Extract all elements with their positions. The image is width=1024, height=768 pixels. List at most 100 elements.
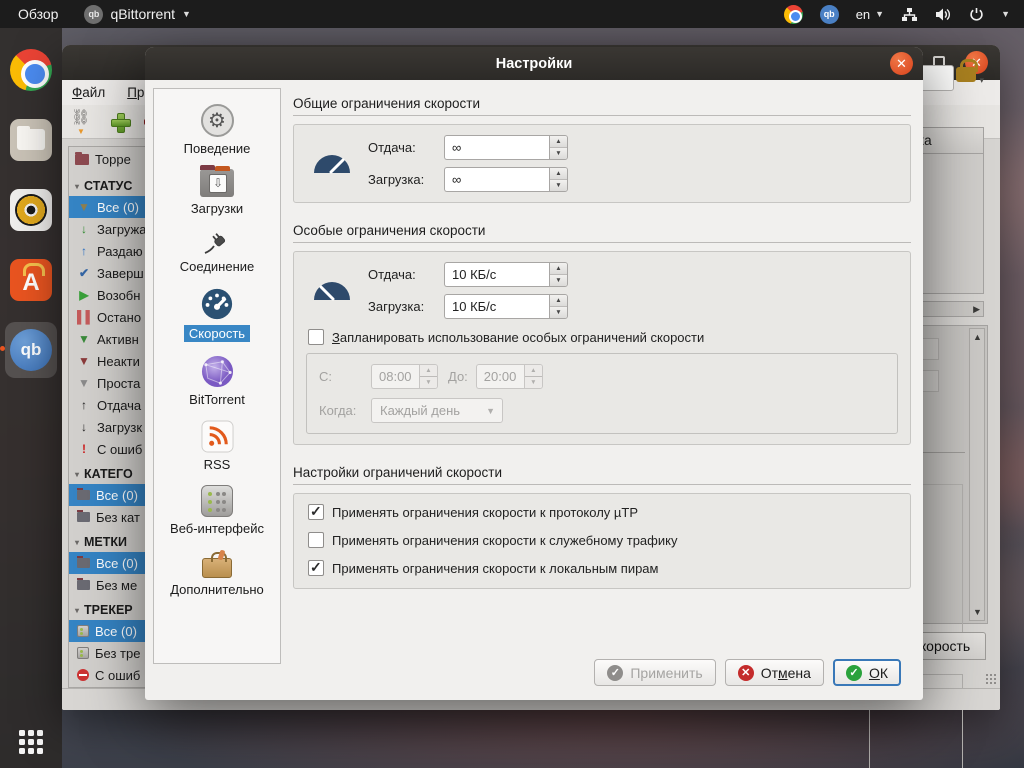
- settings-tab-connection[interactable]: Соединение: [154, 224, 280, 280]
- vertical-scrollbar[interactable]: [969, 328, 985, 621]
- alt-upload-spinbox[interactable]: 10 КБ/с ▲▼: [444, 262, 568, 287]
- spin-up-icon[interactable]: ▲: [550, 263, 567, 275]
- dialog-title: Настройки: [496, 56, 573, 72]
- when-dropdown: Каждый день ▼: [371, 398, 503, 423]
- menu-file[interactable]: Файл: [72, 85, 105, 100]
- alt-download-spinbox[interactable]: 10 КБ/с ▲▼: [444, 294, 568, 319]
- dialog-titlebar[interactable]: Настройки ✕: [145, 47, 923, 80]
- files-icon: [10, 119, 52, 161]
- rate-setting-checkbox-row[interactable]: Применять ограничения скорости к локальн…: [308, 560, 898, 576]
- download-folder-icon: [200, 169, 234, 197]
- network-globe-icon: [201, 355, 234, 388]
- status-icon: !: [77, 442, 91, 456]
- keyboard-layout-indicator[interactable]: en ▼: [856, 7, 884, 22]
- settings-tab-advanced[interactable]: Дополнительно: [154, 544, 280, 603]
- spin-down-icon[interactable]: ▼: [550, 148, 567, 159]
- global-limits-group: Отдача: ∞ ▲▼ Загрузка: ∞ ▲▼: [293, 124, 911, 203]
- status-icon: ▼: [77, 354, 91, 368]
- tracker-icon: [77, 669, 89, 681]
- to-label: До:: [448, 369, 468, 384]
- from-label: С:: [319, 369, 371, 384]
- checkbox[interactable]: [308, 329, 324, 345]
- spin-up-icon: ▲: [525, 365, 542, 377]
- speedometer-icon: [200, 287, 234, 321]
- lock-icon[interactable]: [956, 67, 976, 82]
- qbittorrent-tray-icon[interactable]: qb: [820, 5, 839, 24]
- chevron-down-icon[interactable]: ▼: [1001, 9, 1010, 19]
- dock-rhythmbox[interactable]: [5, 182, 57, 238]
- ok-button[interactable]: ✓ ОК: [833, 659, 901, 686]
- upload-label: Отдача:: [368, 140, 444, 155]
- ubuntu-software-icon: A: [10, 259, 52, 301]
- activities-button[interactable]: Обзор: [18, 6, 58, 22]
- dock-chrome[interactable]: [5, 42, 57, 98]
- section-title-alt-limits: Особые ограничения скорости: [293, 217, 911, 243]
- spin-down-icon: ▼: [420, 377, 437, 388]
- show-applications-button[interactable]: [19, 730, 43, 754]
- settings-tab-rss[interactable]: RSS: [154, 415, 280, 478]
- chevron-down-icon: ▼: [486, 406, 502, 416]
- spin-down-icon: ▼: [525, 377, 542, 388]
- dock-software[interactable]: A: [5, 252, 57, 308]
- apply-button[interactable]: ✓ Применить: [594, 659, 715, 686]
- settings-tab-behavior[interactable]: ⚙ Поведение: [154, 99, 280, 162]
- tag-icon: [77, 558, 90, 568]
- global-download-spinbox[interactable]: ∞ ▲▼: [444, 167, 568, 192]
- rate-settings-group: Применять ограничения скорости к протоко…: [293, 493, 911, 589]
- tag-icon: [77, 580, 90, 590]
- spin-down-icon[interactable]: ▼: [550, 275, 567, 286]
- when-label: Когда:: [319, 403, 371, 418]
- app-menu[interactable]: qb qBittorrent ▼: [84, 5, 191, 24]
- alt-limits-group: Отдача: 10 КБ/с ▲▼ Загрузка: 10 КБ/с ▲▼: [293, 251, 911, 445]
- section-title-rate-settings: Настройки ограничений скорости: [293, 459, 911, 485]
- add-torrent-icon[interactable]: [110, 112, 130, 132]
- status-icon: ▼: [77, 376, 91, 390]
- qbittorrent-icon: qb: [10, 329, 52, 371]
- volume-icon[interactable]: [935, 7, 952, 22]
- status-icon: ↑: [77, 244, 91, 258]
- collapse-icon: ▾: [75, 182, 79, 191]
- spin-up-icon[interactable]: ▲: [550, 295, 567, 307]
- menu-edit[interactable]: Пр: [127, 85, 144, 100]
- spin-up-icon[interactable]: ▲: [550, 136, 567, 148]
- ok-check-icon: ✓: [846, 665, 862, 681]
- status-icon: ▼: [77, 200, 91, 214]
- collapse-icon: ▾: [75, 470, 79, 479]
- settings-tab-downloads[interactable]: Загрузки: [154, 164, 280, 222]
- chrome-tray-icon[interactable]: [784, 5, 803, 24]
- tracker-icon: [77, 625, 89, 637]
- checkbox[interactable]: [308, 532, 324, 548]
- checkbox[interactable]: [308, 504, 324, 520]
- category-icon: [77, 512, 90, 522]
- speedometer-icon: [312, 280, 352, 301]
- qbittorrent-icon: qb: [84, 5, 103, 24]
- settings-sidebar: ⚙ Поведение Загрузки Соединени: [153, 88, 281, 664]
- top-panel: Обзор qb qBittorrent ▼ qb en ▼ ▼: [0, 0, 1024, 28]
- schedule-checkbox-row[interactable]: Запланировать использование особых огран…: [308, 329, 898, 345]
- toolbox-icon: [202, 558, 232, 578]
- settings-tab-webui[interactable]: Веб-интерфейс: [154, 480, 280, 542]
- dock-qbittorrent[interactable]: qb: [5, 322, 57, 378]
- status-icon: ▼: [77, 332, 91, 346]
- spin-down-icon[interactable]: ▼: [550, 180, 567, 191]
- checkbox[interactable]: [308, 560, 324, 576]
- add-torrent-link-icon[interactable]: [70, 111, 96, 133]
- rate-setting-checkbox-row[interactable]: Применять ограничения скорости к протоко…: [308, 504, 898, 520]
- settings-tab-bittorrent[interactable]: BitTorrent: [154, 350, 280, 413]
- power-icon[interactable]: [969, 7, 984, 22]
- chrome-icon: [10, 49, 52, 91]
- download-label: Загрузка:: [368, 172, 444, 187]
- dock-files[interactable]: [5, 112, 57, 168]
- cancel-button[interactable]: ✕ Отмена: [725, 659, 824, 686]
- status-icon: ▶: [77, 288, 91, 302]
- global-upload-spinbox[interactable]: ∞ ▲▼: [444, 135, 568, 160]
- collapse-icon: ▾: [75, 538, 79, 547]
- spin-up-icon[interactable]: ▲: [550, 168, 567, 180]
- close-icon[interactable]: ✕: [890, 52, 913, 75]
- status-icon: ↓: [77, 420, 91, 434]
- settings-tab-speed[interactable]: Скорость: [154, 282, 280, 348]
- spin-down-icon[interactable]: ▼: [550, 307, 567, 318]
- network-icon[interactable]: [901, 7, 918, 22]
- rate-setting-checkbox-row[interactable]: Применять ограничения скорости к служебн…: [308, 532, 898, 548]
- resize-grip[interactable]: [985, 673, 997, 685]
